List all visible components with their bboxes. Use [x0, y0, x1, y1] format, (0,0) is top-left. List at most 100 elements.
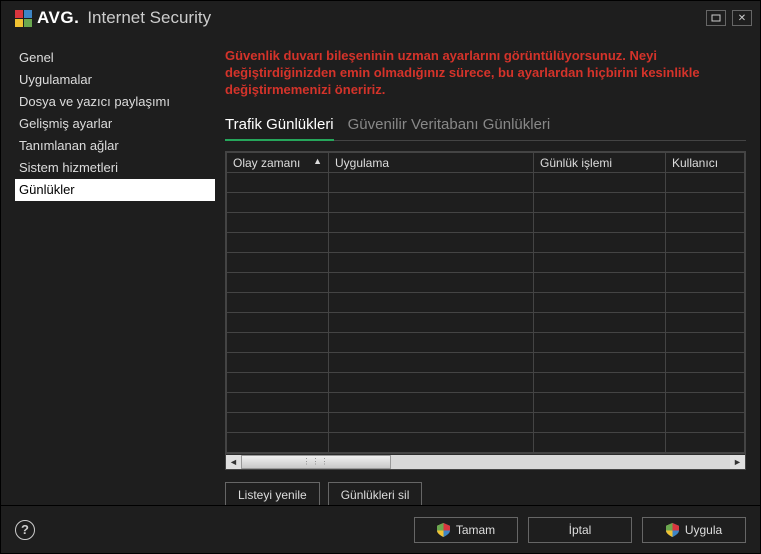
- table-row[interactable]: [227, 273, 745, 293]
- tab-0[interactable]: Trafik Günlükleri: [225, 112, 334, 141]
- table-cell: [329, 373, 534, 393]
- table-row[interactable]: [227, 393, 745, 413]
- table-cell: [227, 333, 329, 353]
- table-cell: [666, 333, 745, 353]
- table-cell: [329, 393, 534, 413]
- table-cell: [534, 393, 666, 413]
- tab-1[interactable]: Güvenilir Veritabanı Günlükleri: [348, 112, 551, 140]
- tab-bar: Trafik Günlükleri Güvenilir Veritabanı Gü…: [225, 112, 746, 141]
- table-cell: [227, 373, 329, 393]
- table-cell: [227, 353, 329, 373]
- table-cell: [534, 373, 666, 393]
- table-cell: [666, 353, 745, 373]
- table-cell: [329, 293, 534, 313]
- titlebar: AVG. Internet Security ✕: [1, 1, 760, 35]
- table-cell: [534, 433, 666, 453]
- scroll-left-arrow-icon[interactable]: ◄: [226, 455, 241, 469]
- table-cell: [227, 293, 329, 313]
- log-table: Olay zamanı▲UygulamaGünlük işlemiKullanı…: [225, 151, 746, 470]
- table-cell: [227, 253, 329, 273]
- table-cell: [666, 193, 745, 213]
- ok-label: Tamam: [456, 523, 495, 537]
- table-cell: [329, 233, 534, 253]
- table-cell: [666, 373, 745, 393]
- table-cell: [534, 193, 666, 213]
- table-row[interactable]: [227, 213, 745, 233]
- sidebar: GenelUygulamalarDosya ve yazıcı paylaşım…: [15, 47, 215, 505]
- table-cell: [329, 253, 534, 273]
- cancel-label: İptal: [569, 523, 592, 537]
- apply-label: Uygula: [685, 523, 722, 537]
- table-cell: [227, 213, 329, 233]
- table-row[interactable]: [227, 253, 745, 273]
- table-row[interactable]: [227, 313, 745, 333]
- table-row[interactable]: [227, 353, 745, 373]
- scroll-right-arrow-icon[interactable]: ►: [730, 455, 745, 469]
- table-cell: [227, 313, 329, 333]
- table-cell: [666, 273, 745, 293]
- table-cell: [329, 213, 534, 233]
- table-cell: [534, 173, 666, 193]
- table-cell: [329, 273, 534, 293]
- table-cell: [666, 433, 745, 453]
- table-cell: [666, 313, 745, 333]
- table-cell: [666, 173, 745, 193]
- table-cell: [329, 433, 534, 453]
- table-cell: [227, 433, 329, 453]
- table-cell: [227, 413, 329, 433]
- shield-icon: [437, 523, 450, 537]
- horizontal-scrollbar[interactable]: ◄ ⋮⋮⋮ ►: [226, 453, 745, 469]
- cancel-button[interactable]: İptal: [528, 517, 632, 543]
- main-panel: Güvenlik duvarı bileşeninin uzman ayarla…: [225, 47, 746, 505]
- table-cell: [534, 233, 666, 253]
- sidebar-item-5[interactable]: Sistem hizmetleri: [15, 157, 215, 179]
- table-cell: [227, 193, 329, 213]
- column-header-2[interactable]: Günlük işlemi: [534, 153, 666, 173]
- column-header-1[interactable]: Uygulama: [329, 153, 534, 173]
- table-cell: [534, 293, 666, 313]
- table-row[interactable]: [227, 173, 745, 193]
- column-header-0[interactable]: Olay zamanı▲: [227, 153, 329, 173]
- table-cell: [534, 413, 666, 433]
- table-row[interactable]: [227, 293, 745, 313]
- table-row[interactable]: [227, 433, 745, 453]
- table-cell: [534, 353, 666, 373]
- sidebar-item-6[interactable]: Günlükler: [15, 179, 215, 201]
- sidebar-item-4[interactable]: Tanımlanan ağlar: [15, 135, 215, 157]
- refresh-list-button[interactable]: Listeyi yenile: [225, 482, 320, 505]
- table-row[interactable]: [227, 413, 745, 433]
- sidebar-item-1[interactable]: Uygulamalar: [15, 69, 215, 91]
- table-cell: [666, 213, 745, 233]
- table-cell: [666, 293, 745, 313]
- table-cell: [666, 253, 745, 273]
- sidebar-item-2[interactable]: Dosya ve yazıcı paylaşımı: [15, 91, 215, 113]
- ok-button[interactable]: Tamam: [414, 517, 518, 543]
- table-row[interactable]: [227, 373, 745, 393]
- shield-icon: [666, 523, 679, 537]
- table-cell: [534, 313, 666, 333]
- app-window: AVG. Internet Security ✕ GenelUygulamala…: [0, 0, 761, 554]
- sidebar-item-3[interactable]: Gelişmiş ayarlar: [15, 113, 215, 135]
- delete-logs-button[interactable]: Günlükleri sil: [328, 482, 423, 505]
- table-cell: [329, 173, 534, 193]
- column-header-3[interactable]: Kullanıcı: [666, 153, 745, 173]
- footer: ? Tamam İptal Uygula: [1, 505, 760, 553]
- minimize-button[interactable]: [706, 10, 726, 26]
- table-cell: [534, 333, 666, 353]
- table-cell: [329, 353, 534, 373]
- table-cell: [329, 333, 534, 353]
- table-cell: [329, 193, 534, 213]
- product-title: Internet Security: [87, 8, 211, 28]
- apply-button[interactable]: Uygula: [642, 517, 746, 543]
- table-row[interactable]: [227, 333, 745, 353]
- close-button[interactable]: ✕: [732, 10, 752, 26]
- table-row[interactable]: [227, 233, 745, 253]
- table-row[interactable]: [227, 193, 745, 213]
- table-cell: [534, 253, 666, 273]
- sidebar-item-0[interactable]: Genel: [15, 47, 215, 69]
- scroll-track[interactable]: ⋮⋮⋮: [241, 455, 730, 469]
- scroll-thumb[interactable]: ⋮⋮⋮: [241, 455, 391, 469]
- sort-asc-icon: ▲: [313, 156, 322, 166]
- help-icon[interactable]: ?: [15, 520, 35, 540]
- table-cell: [329, 313, 534, 333]
